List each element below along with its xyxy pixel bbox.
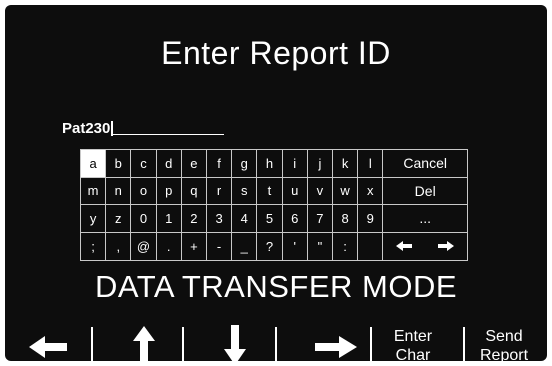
right-arrow-icon [315, 336, 357, 358]
send-report-label-line2: Report [479, 347, 529, 364]
keyboard-key[interactable]: 5 [257, 205, 283, 233]
keyboard-key[interactable]: 7 [307, 205, 333, 233]
keyboard-key[interactable]: 4 [232, 205, 258, 233]
keyboard-key[interactable]: 9 [358, 205, 384, 233]
keyboard-key[interactable]: w [333, 177, 359, 205]
keyboard-key[interactable]: s [232, 177, 258, 205]
send-report-button[interactable]: Send Report [469, 327, 539, 365]
keyboard-key[interactable]: g [232, 150, 258, 178]
page-title: Enter Report ID [161, 35, 391, 71]
keyboard-key[interactable]: p [156, 177, 182, 205]
down-arrow-icon [224, 325, 246, 365]
keyboard-key[interactable]: ' [283, 232, 308, 260]
keyboard-key[interactable]: l [358, 150, 384, 178]
softkey-left[interactable] [27, 323, 69, 366]
keyboard-key[interactable]: d [156, 150, 182, 178]
enter-char-button[interactable]: Enter Char [378, 327, 448, 365]
keyboard-key[interactable]: , [106, 232, 132, 260]
cursor-move-key[interactable] [383, 233, 467, 261]
keyboard-key[interactable]: 2 [181, 205, 207, 233]
keyboard-key[interactable]: j [307, 150, 333, 178]
softkey-divider [370, 327, 372, 366]
keyboard-key[interactable]: 0 [131, 205, 157, 233]
display-panel: Enter Report ID Pat230 a b c d e f g h i j k l Cance… [5, 5, 547, 366]
keyboard-key[interactable]: Del [383, 178, 467, 205]
keyboard-key[interactable]: : [333, 232, 359, 260]
enter-char-label-line1: Enter [393, 328, 433, 345]
device-screen: Enter Report ID Pat230 a b c d e f g h i j k l Cance… [0, 0, 552, 366]
keyboard-key[interactable]: _ [232, 232, 258, 260]
key-selected[interactable]: a [81, 150, 107, 178]
keyboard-key[interactable]: . [157, 232, 182, 260]
keyboard-key[interactable]: ; [81, 232, 107, 260]
keyboard-key[interactable]: e [181, 150, 207, 178]
keyboard-key[interactable]: f [207, 150, 233, 178]
softkey-divider [182, 327, 184, 366]
up-arrow-icon [133, 326, 155, 365]
keyboard-key[interactable]: 8 [333, 205, 359, 233]
keyboard-key[interactable]: v [307, 177, 333, 205]
field-underline [113, 134, 225, 135]
keyboard-key[interactable]: 1 [156, 205, 182, 233]
keyboard-key[interactable]: h [257, 150, 283, 178]
right-arrow-icon[interactable] [437, 240, 455, 252]
keyboard-key[interactable]: c [131, 150, 157, 178]
left-arrow-icon [29, 336, 67, 358]
softkey-divider [275, 327, 277, 366]
send-report-label-line1: Send [485, 328, 523, 345]
left-arrow-icon[interactable] [395, 240, 413, 252]
keyboard-key[interactable]: n [106, 177, 132, 205]
softkey-right[interactable] [313, 323, 359, 366]
keyboard-key[interactable]: x [358, 177, 384, 205]
keyboard-key[interactable]: y [81, 205, 107, 233]
keyboard-key[interactable]: o [131, 177, 157, 205]
softkey-up[interactable] [133, 323, 155, 366]
softkey-down[interactable] [224, 323, 246, 366]
report-id-value: Pat230 [62, 120, 111, 137]
report-id-field[interactable]: Pat230 [62, 116, 225, 138]
keyboard-key[interactable]: " [308, 232, 333, 260]
keyboard-key[interactable]: k [333, 150, 359, 178]
keyboard-key[interactable]: ? [257, 232, 283, 260]
keyboard-key[interactable]: r [207, 177, 233, 205]
keyboard-key[interactable]: b [106, 150, 132, 178]
softkey-divider [91, 327, 93, 366]
keyboard-key[interactable]: @ [131, 232, 157, 260]
mode-label: DATA TRANSFER MODE [94, 269, 458, 304]
keyboard-key[interactable]: q [181, 177, 207, 205]
keyboard-key[interactable]: 6 [282, 205, 308, 233]
keyboard-key[interactable]: - [207, 232, 233, 260]
keyboard-key[interactable]: ... [383, 205, 467, 233]
keyboard-key[interactable]: 3 [207, 205, 233, 233]
keyboard-key[interactable]: z [106, 205, 132, 233]
blank-key[interactable] [358, 232, 384, 260]
softkey-divider [463, 327, 465, 366]
enter-char-label-line2: Char [395, 347, 431, 364]
keyboard-key[interactable]: t [257, 177, 283, 205]
keyboard-key[interactable]: Cancel [383, 150, 467, 178]
on-screen-keyboard: a b c d e f g h i j k l Cancel m n o p q r s t u v w x Del y z 0 1 2 3 4… [80, 149, 468, 261]
keyboard-key[interactable]: i [282, 150, 308, 178]
keyboard-key[interactable]: m [81, 177, 107, 205]
keyboard-key[interactable]: + [182, 232, 207, 260]
keyboard-key[interactable]: u [282, 177, 308, 205]
